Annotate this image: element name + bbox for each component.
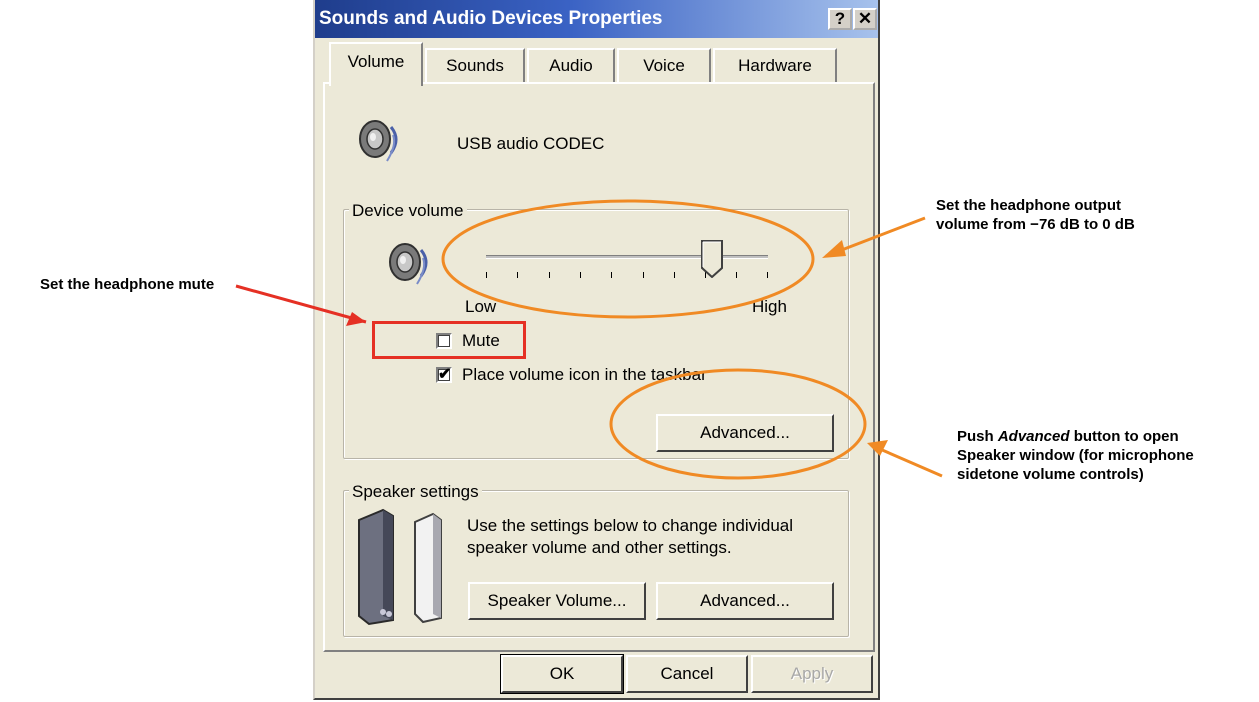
advanced-arrow-head <box>867 440 888 456</box>
advanced-highlight-ellipse <box>609 368 867 480</box>
advanced-annotation-post: button to open <box>1069 428 1179 445</box>
advanced-annotation-line1: Push Advanced button to open <box>957 427 1179 446</box>
mute-arrow-head <box>346 312 366 326</box>
mute-arrow-line <box>235 284 367 324</box>
annotation-overlay <box>235 199 943 480</box>
volume-annotation-line1: Set the headphone output <box>936 197 1121 214</box>
tab-volume[interactable]: Volume <box>329 42 423 86</box>
advanced-annotation-emphasis: Advanced <box>997 428 1070 445</box>
advanced-annotation-line3: sidetone volume controls) <box>957 466 1144 483</box>
mute-highlight-box <box>372 321 526 359</box>
advanced-annotation-line2: Speaker window (for microphone <box>957 447 1194 464</box>
volume-arrow-head <box>822 240 846 258</box>
advanced-annotation-pre: Push <box>957 428 998 445</box>
mute-annotation: Set the headphone mute <box>40 276 215 293</box>
volume-annotation-line2: volume from −76 dB to 0 dB <box>936 216 1135 233</box>
volume-highlight-ellipse <box>441 199 815 319</box>
advanced-arrow-line <box>872 444 943 478</box>
